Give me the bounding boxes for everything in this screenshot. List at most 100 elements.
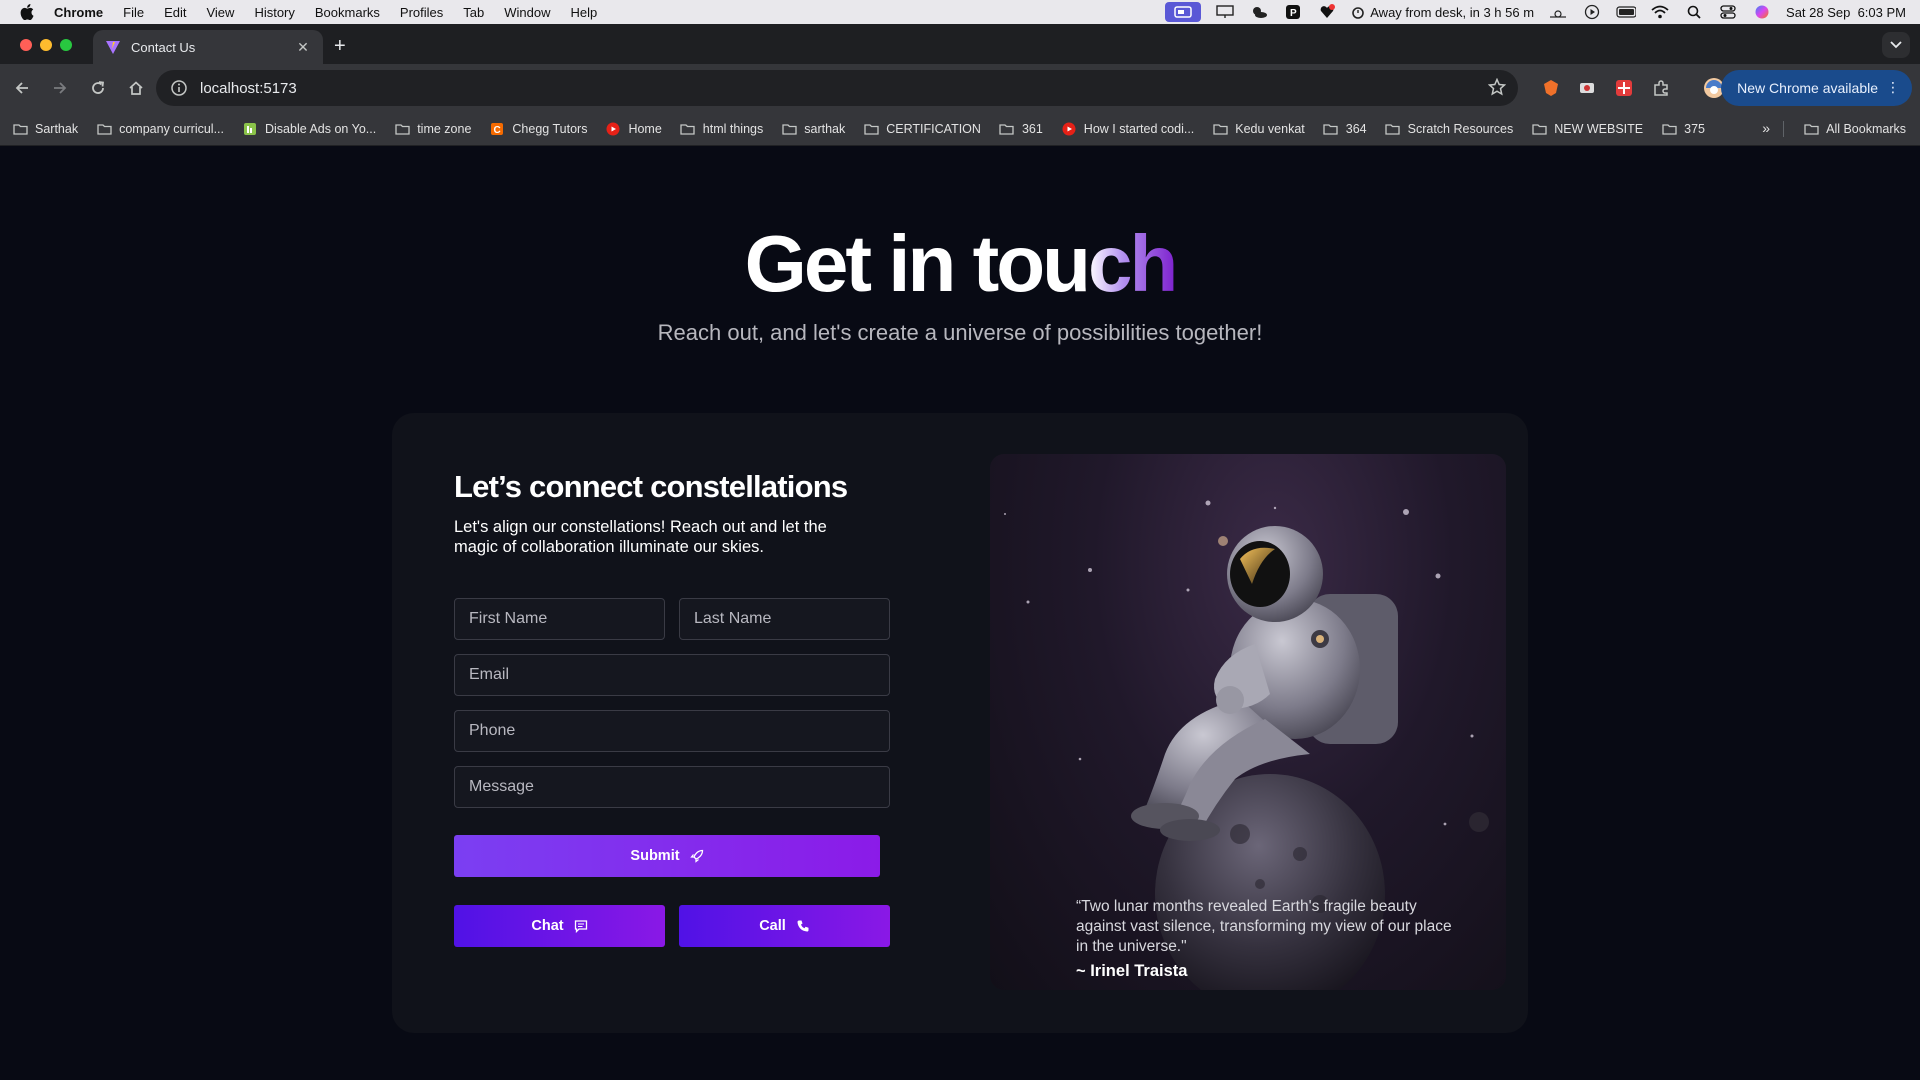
page-title-accent: ch	[1087, 219, 1178, 308]
folder-icon	[1531, 122, 1547, 136]
menu-profiles[interactable]: Profiles	[400, 5, 443, 20]
battery-icon[interactable]	[1616, 4, 1637, 20]
message-field[interactable]	[454, 766, 890, 808]
bookmarks-bar: Sarthak company curricul... Disable Ads …	[0, 112, 1920, 146]
bookmark-star-icon[interactable]	[1487, 77, 1507, 100]
browser-tab-strip: Contact Us ✕ +	[0, 24, 1920, 64]
menu-app-name[interactable]: Chrome	[54, 5, 103, 20]
bookmark-label: Sarthak	[35, 121, 79, 136]
bookmark-item[interactable]: Home	[605, 122, 662, 136]
folder-icon	[863, 122, 879, 136]
last-name-field[interactable]	[679, 598, 890, 640]
menu-window[interactable]: Window	[504, 5, 550, 20]
vite-favicon-icon	[105, 39, 121, 55]
contact-card: Let’s connect constellations Let's align…	[392, 413, 1528, 1033]
folder-icon	[1803, 122, 1819, 136]
bookmark-item[interactable]: How I started codi...	[1061, 122, 1194, 136]
menu-bookmarks[interactable]: Bookmarks	[315, 5, 380, 20]
play-icon[interactable]	[1582, 4, 1602, 20]
apple-logo-icon[interactable]	[20, 4, 38, 20]
extensions-puzzle-icon[interactable]	[1649, 76, 1673, 100]
control-center-icon[interactable]	[1718, 4, 1738, 20]
macos-menu-bar: Chrome File Edit View History Bookmarks …	[0, 0, 1920, 24]
menu-view[interactable]: View	[206, 5, 234, 20]
bookmark-item[interactable]: Disable Ads on Yo...	[242, 122, 376, 136]
screen-recorder-extension-icon[interactable]	[1575, 76, 1599, 100]
reload-button[interactable]	[80, 70, 116, 106]
first-name-field[interactable]	[454, 598, 665, 640]
all-bookmarks-button[interactable]: All Bookmarks	[1803, 122, 1906, 136]
bookmark-item[interactable]: 375	[1661, 122, 1705, 136]
submit-button[interactable]: Submit	[454, 835, 880, 877]
parking-app-icon[interactable]: P	[1283, 4, 1303, 20]
presentation-icon[interactable]	[1215, 4, 1235, 20]
bookmark-label: company curricul...	[119, 121, 224, 136]
close-window-button[interactable]	[20, 39, 32, 51]
reload-icon	[92, 81, 105, 94]
menu-file[interactable]: File	[123, 5, 144, 20]
bookmark-item[interactable]: Scratch Resources	[1385, 121, 1514, 136]
bookmark-item[interactable]: html things	[680, 122, 763, 136]
submit-label: Submit	[630, 848, 680, 864]
bookmark-label: Scratch Resources	[1407, 121, 1514, 136]
tab-search-button[interactable]	[1882, 32, 1910, 58]
email-field[interactable]	[454, 654, 890, 696]
new-chrome-available-button[interactable]: New Chrome available ⋮	[1721, 70, 1912, 106]
brightness-icon[interactable]	[1548, 4, 1568, 20]
phone-field[interactable]	[454, 710, 890, 752]
bookmark-item[interactable]: Sarthak	[12, 122, 78, 136]
bookmark-label: Disable Ads on Yo...	[265, 121, 377, 136]
bookmark-label: Chegg Tutors	[512, 121, 588, 136]
brave-extension-icon[interactable]	[1539, 76, 1563, 100]
chat-bubble-icon	[574, 920, 587, 933]
form-title: Let’s connect constellations	[454, 469, 848, 504]
bookmark-item[interactable]: sarthak	[781, 122, 845, 136]
bookmark-item[interactable]: Kedu venkat	[1212, 122, 1305, 136]
siri-icon[interactable]	[1752, 4, 1772, 20]
more-bookmarks-icon[interactable]: »	[1762, 120, 1770, 136]
site-info-icon[interactable]	[170, 79, 188, 97]
bookmark-item[interactable]: 361	[999, 122, 1043, 136]
menu-bar-clock[interactable]: Sat 28 Sep 6:03 PM	[1786, 5, 1906, 20]
back-button[interactable]	[4, 70, 40, 106]
bookmark-item[interactable]: CERTIFICATION	[863, 122, 981, 136]
gift-extension-icon[interactable]	[1612, 76, 1636, 100]
folder-icon	[1323, 122, 1339, 136]
zoom-window-button[interactable]	[60, 39, 72, 51]
address-bar[interactable]: localhost:5173	[156, 70, 1518, 106]
menu-history[interactable]: History	[254, 5, 294, 20]
minimize-window-button[interactable]	[40, 39, 52, 51]
browser-tab-active[interactable]: Contact Us ✕	[93, 30, 323, 64]
bookmark-item[interactable]: time zone	[394, 122, 471, 136]
screen-share-icon[interactable]	[1165, 2, 1202, 22]
forward-button[interactable]	[42, 70, 78, 106]
menu-edit[interactable]: Edit	[164, 5, 186, 20]
window-controls	[20, 39, 72, 51]
folder-icon	[781, 122, 797, 136]
page-subtitle: Reach out, and let's create a universe o…	[657, 320, 1263, 345]
bookmark-item[interactable]: 364	[1323, 122, 1367, 136]
away-status[interactable]: Away from desk, in 3 h 56 m	[1351, 5, 1534, 20]
call-button[interactable]: Call	[679, 905, 890, 947]
heart-app-icon[interactable]	[1317, 4, 1337, 20]
bookmark-label: How I started codi...	[1083, 121, 1195, 136]
wifi-icon[interactable]	[1650, 4, 1670, 20]
spotlight-search-icon[interactable]	[1684, 4, 1704, 20]
new-tab-button[interactable]: +	[334, 36, 346, 56]
url-text: localhost:5173	[200, 79, 297, 97]
home-button[interactable]	[118, 70, 154, 106]
astronaut-image: “Two lunar months revealed Earth's fragi…	[990, 454, 1506, 990]
update-label: New Chrome available	[1737, 80, 1878, 96]
bookmark-item[interactable]: C Chegg Tutors	[489, 122, 587, 136]
bookmark-item[interactable]: company curricul...	[96, 122, 224, 136]
weather-icon[interactable]	[1249, 4, 1269, 20]
youtube-icon	[605, 122, 621, 136]
menu-help[interactable]: Help	[571, 5, 598, 20]
page-title: Get in touch	[0, 218, 1920, 310]
phone-icon	[797, 920, 809, 932]
menu-tab[interactable]: Tab	[463, 5, 484, 20]
close-tab-icon[interactable]: ✕	[295, 39, 311, 56]
chat-button[interactable]: Chat	[454, 905, 665, 947]
bookmark-item[interactable]: NEW WEBSITE	[1531, 122, 1643, 136]
bookmarks-divider	[1783, 121, 1784, 137]
